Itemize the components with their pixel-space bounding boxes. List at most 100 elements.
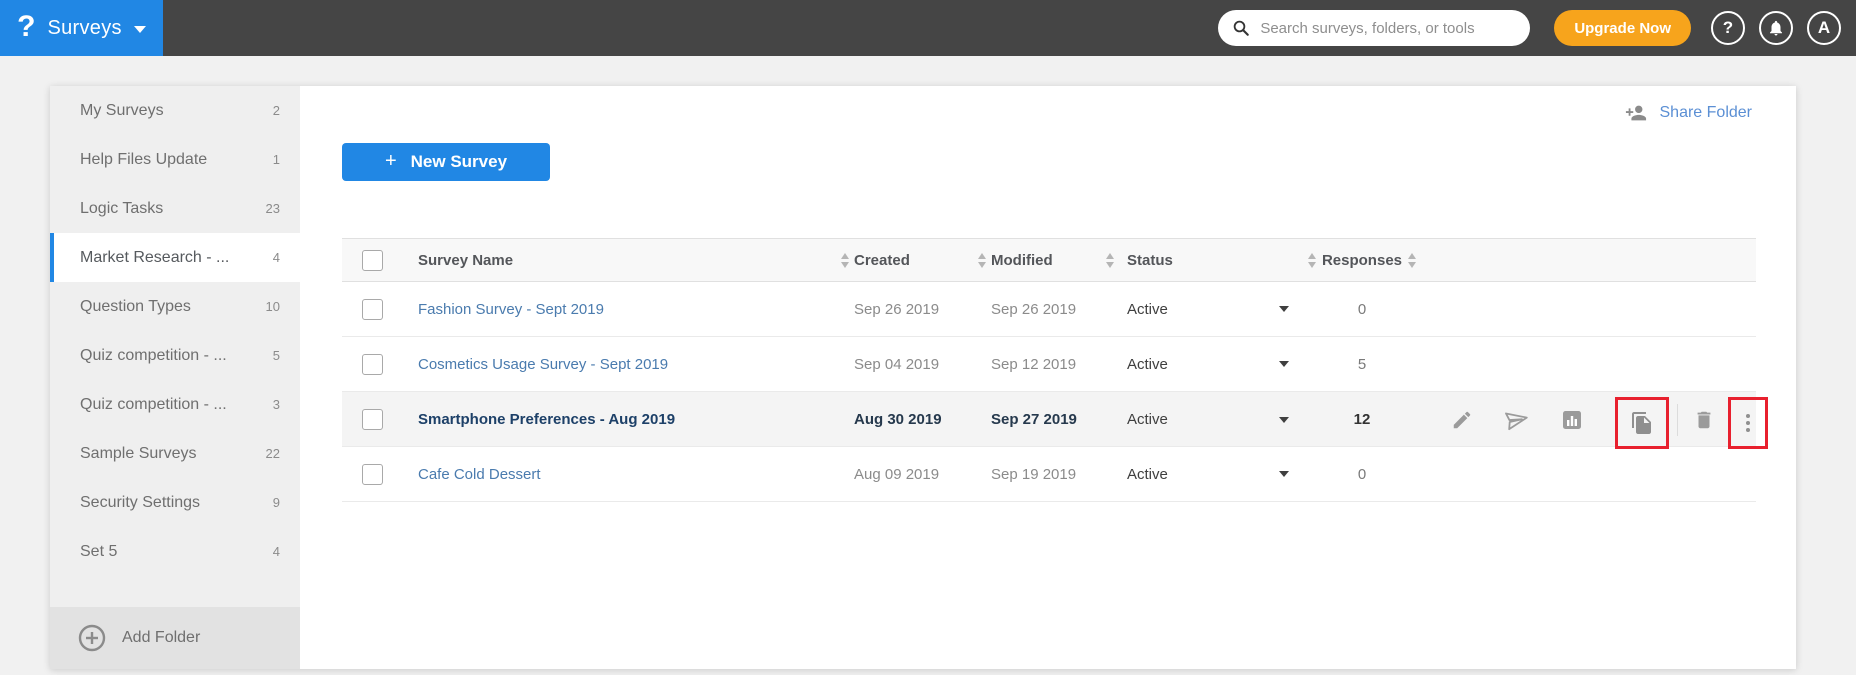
share-folder-button[interactable]: Share Folder <box>1624 102 1753 124</box>
main-content: Share Folder + New Survey Survey Name Cr… <box>300 86 1796 669</box>
header-survey-name[interactable]: Survey Name <box>402 252 836 269</box>
notifications-button[interactable] <box>1759 11 1793 45</box>
app-switcher[interactable]: ? Surveys <box>0 0 163 56</box>
survey-name-link[interactable]: Smartphone Preferences - Aug 2019 <box>418 411 675 428</box>
select-all-checkbox[interactable] <box>361 249 383 271</box>
responses-count: 5 <box>1357 355 1367 373</box>
account-avatar[interactable]: A <box>1807 11 1841 45</box>
folder-label: Sample Surveys <box>80 444 197 462</box>
sidebar-item-help-files-update[interactable]: Help Files Update 1 <box>50 135 300 184</box>
table-row-highlighted: Smartphone Preferences - Aug 2019 Aug 30… <box>342 392 1768 449</box>
status-value: Active <box>1127 355 1168 373</box>
more-options-button[interactable] <box>1736 411 1760 435</box>
modified-date: Sep 27 2019 <box>991 411 1077 428</box>
edit-button[interactable] <box>1450 408 1474 432</box>
row-checkbox[interactable] <box>361 463 383 485</box>
created-date: Aug 30 2019 <box>854 411 942 428</box>
row-checkbox[interactable] <box>361 298 383 320</box>
survey-name-link[interactable]: Cosmetics Usage Survey - Sept 2019 <box>418 356 668 373</box>
bell-icon <box>1770 20 1782 36</box>
annotation-box-copy <box>1615 396 1669 449</box>
survey-name-link[interactable]: Cafe Cold Dessert <box>418 466 541 483</box>
row-actions <box>1421 392 1768 449</box>
folder-count: 5 <box>272 348 280 363</box>
plus-icon: + <box>384 149 397 172</box>
responses-count: 12 <box>1353 411 1371 428</box>
trash-icon <box>1697 411 1711 428</box>
upgrade-now-button[interactable]: Upgrade Now <box>1554 10 1691 46</box>
chevron-down-icon[interactable] <box>1279 471 1289 477</box>
folder-label: Security Settings <box>80 493 201 511</box>
sidebar-item-sample-surveys[interactable]: Sample Surveys 22 <box>50 429 300 478</box>
sidebar-item-logic-tasks[interactable]: Logic Tasks 23 <box>50 184 300 233</box>
share-folder-label: Share Folder <box>1659 104 1753 121</box>
new-survey-label: New Survey <box>410 152 508 171</box>
folder-count: 3 <box>272 397 280 412</box>
person-add-icon <box>1625 105 1646 121</box>
status-value: Active <box>1127 465 1168 483</box>
search-input[interactable] <box>1260 19 1517 37</box>
modified-date: Sep 26 2019 <box>991 300 1077 318</box>
sort-icon[interactable] <box>841 252 849 268</box>
chevron-down-icon[interactable] <box>1279 416 1289 423</box>
proprofs-logo-icon: ? <box>17 10 36 43</box>
folder-count: 9 <box>272 495 280 510</box>
duplicate-button[interactable] <box>1630 411 1654 435</box>
sidebar-item-security-settings[interactable]: Security Settings 9 <box>50 478 300 527</box>
folder-count: 4 <box>272 250 280 265</box>
add-folder-label: Add Folder <box>122 629 201 646</box>
folder-count: 23 <box>265 201 280 216</box>
table-row: Fashion Survey - Sept 2019 Sep 26 2019 S… <box>342 282 1756 337</box>
add-folder-button[interactable]: Add Folder <box>50 607 300 669</box>
chevron-down-icon[interactable] <box>1279 361 1289 367</box>
sort-icon[interactable] <box>978 252 986 268</box>
responses-count: 0 <box>1357 465 1367 483</box>
table-row: Cafe Cold Dessert Aug 09 2019 Sep 19 201… <box>342 447 1756 502</box>
app-title: Surveys <box>47 16 122 39</box>
modified-date: Sep 19 2019 <box>991 465 1077 483</box>
status-dropdown[interactable]: Active <box>1119 466 1303 483</box>
delete-button[interactable] <box>1692 408 1716 432</box>
sort-icon[interactable] <box>1408 252 1416 268</box>
global-search[interactable] <box>1218 10 1531 46</box>
folder-label: Help Files Update <box>80 150 208 168</box>
folder-count: 10 <box>265 299 280 314</box>
sidebar-item-market-research[interactable]: Market Research - ... 4 <box>50 233 300 282</box>
sidebar-item-question-types[interactable]: Question Types 10 <box>50 282 300 331</box>
header-modified[interactable]: Modified <box>991 252 1101 269</box>
paper-plane-icon <box>1505 412 1528 430</box>
status-value: Active <box>1127 411 1168 428</box>
status-dropdown[interactable]: Active <box>1119 411 1303 428</box>
table-header-row: Survey Name Created Modified Status Resp… <box>342 238 1756 282</box>
sidebar-item-quiz-competition-1[interactable]: Quiz competition - ... 5 <box>50 331 300 380</box>
sort-icon[interactable] <box>1106 252 1114 268</box>
chevron-down-icon[interactable] <box>1279 306 1289 312</box>
folder-count: 2 <box>272 103 280 118</box>
created-date: Aug 09 2019 <box>854 465 940 483</box>
pencil-icon <box>1453 411 1471 428</box>
status-dropdown[interactable]: Active <box>1119 301 1303 318</box>
responses-count: 0 <box>1357 300 1367 318</box>
copy-icon <box>1632 411 1651 434</box>
reports-button[interactable] <box>1560 408 1584 432</box>
send-button[interactable] <box>1505 408 1529 432</box>
status-dropdown[interactable]: Active <box>1119 356 1303 373</box>
folder-label: My Surveys <box>80 101 164 119</box>
folders-sidebar: My Surveys 2 Help Files Update 1 Logic T… <box>50 86 300 669</box>
sidebar-item-quiz-competition-2[interactable]: Quiz competition - ... 3 <box>50 380 300 429</box>
header-created[interactable]: Created <box>854 252 973 269</box>
row-checkbox[interactable] <box>361 409 383 430</box>
sort-icon[interactable] <box>1308 252 1316 268</box>
sidebar-item-set-5[interactable]: Set 5 4 <box>50 527 300 576</box>
new-survey-button[interactable]: + New Survey <box>342 143 550 181</box>
chevron-down-icon <box>133 25 146 33</box>
sidebar-item-my-surveys[interactable]: My Surveys 2 <box>50 86 300 135</box>
folder-label: Quiz competition - ... <box>80 346 227 364</box>
row-checkbox[interactable] <box>361 353 383 375</box>
survey-name-link[interactable]: Fashion Survey - Sept 2019 <box>418 301 604 318</box>
kebab-menu-icon <box>1746 413 1750 432</box>
folder-label: Market Research - ... <box>80 248 230 266</box>
header-responses[interactable]: Responses <box>1321 252 1403 269</box>
header-status[interactable]: Status <box>1119 252 1303 269</box>
help-button[interactable]: ? <box>1711 11 1745 45</box>
